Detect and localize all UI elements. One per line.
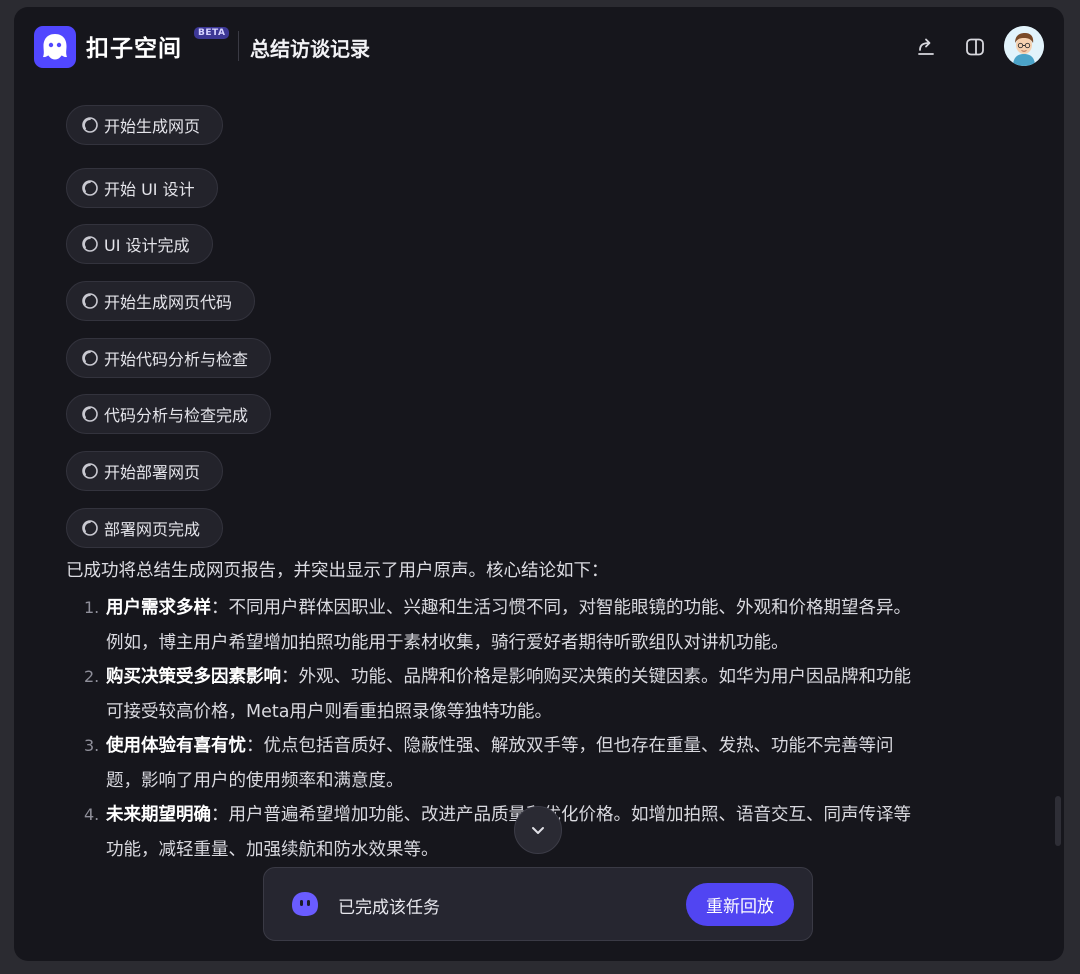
step-pill[interactable]: UI 设计完成 <box>66 224 213 264</box>
point-separator: ： <box>281 667 299 687</box>
spinner-icon <box>82 463 98 479</box>
step-label: 开始部署网页 <box>104 463 201 482</box>
point-title: 用户需求多样 <box>106 598 211 618</box>
point-text: 外观、功能、品牌和价格是影响购买决策的关键因素。如华为用户因品牌和功能 <box>298 667 912 687</box>
sidebar-toggle-icon[interactable] <box>963 35 987 59</box>
replay-button[interactable]: 重新回放 <box>686 883 794 926</box>
spinner-icon <box>82 236 98 252</box>
point-text: 不同用户群体因职业、兴趣和生活习惯不同，对智能眼镜的功能、外观和价格期望各异。 <box>228 598 912 618</box>
bot-icon <box>292 892 318 916</box>
step-label: 开始生成网页代码 <box>104 293 233 312</box>
step-label: 开始生成网页 <box>104 117 201 136</box>
list-number: 1. <box>84 598 100 617</box>
point-line-1: 用户需求多样：不同用户群体因职业、兴趣和生活习惯不同，对智能眼镜的功能、外观和价… <box>106 591 1014 626</box>
spinner-icon <box>82 406 98 422</box>
chat-content: 开始生成网页 开始 UI 设计 UI 设计完成 开始生成网页代码 开始代码分析与… <box>14 89 1064 961</box>
beta-badge: BETA <box>194 27 230 39</box>
task-status-bar: 已完成该任务 重新回放 <box>263 867 813 941</box>
step-pill[interactable]: 部署网页完成 <box>66 508 224 548</box>
step-label: 开始 UI 设计 <box>104 180 195 199</box>
step-pill[interactable]: 开始生成网页 <box>66 105 224 145</box>
point-title: 使用体验有喜有忧 <box>106 736 246 756</box>
scroll-to-bottom-button[interactable] <box>514 806 562 854</box>
step-pill[interactable]: 开始生成网页代码 <box>66 281 256 321</box>
point-title: 未来期望明确 <box>106 805 211 825</box>
point-text: 用户普遍希望增加功能、改进产品质量和优化价格。如增加拍照、语音交互、同声传译等 <box>228 805 912 825</box>
point-line-2: 例如，博主用户希望增加拍照功能用于素材收集，骑行爱好者期待听歌组队对讲机功能。 <box>106 632 789 653</box>
app-window: 扣子空间 BETA 总结访谈记录 开始生成网页 开始 UI 设计 UI 设计完成… <box>14 7 1064 961</box>
list-number: 3. <box>84 736 100 755</box>
page-title: 总结访谈记录 <box>250 37 370 61</box>
logo[interactable] <box>34 26 76 68</box>
spinner-icon <box>82 180 98 196</box>
point-separator: ： <box>211 598 229 618</box>
user-avatar-icon <box>1004 26 1044 66</box>
point-separator: ： <box>211 805 229 825</box>
scrollbar-thumb[interactable] <box>1055 796 1061 846</box>
list-item: 1. 用户需求多样：不同用户群体因职业、兴趣和生活习惯不同，对智能眼镜的功能、外… <box>84 591 1014 660</box>
step-pill[interactable]: 开始部署网页 <box>66 451 224 491</box>
list-number: 4. <box>84 805 100 824</box>
step-pill[interactable]: 代码分析与检查完成 <box>66 394 272 434</box>
step-pill[interactable]: 开始 UI 设计 <box>66 168 218 208</box>
point-title: 购买决策受多因素影响 <box>106 667 281 687</box>
spinner-icon <box>82 293 98 309</box>
chevron-down-icon <box>532 827 544 834</box>
brand-name: 扣子空间 <box>86 36 182 62</box>
list-item: 2. 购买决策受多因素影响：外观、功能、品牌和价格是影响购买决策的关键因素。如华… <box>84 660 1014 729</box>
step-label: UI 设计完成 <box>104 236 190 255</box>
header: 扣子空间 BETA 总结访谈记录 <box>14 7 1064 89</box>
spinner-icon <box>82 117 98 133</box>
point-separator: ： <box>246 736 264 756</box>
ghost-logo-icon <box>43 34 67 60</box>
point-text: 优点包括音质好、隐蔽性强、解放双手等，但也存在重量、发热、功能不完善等问 <box>263 736 894 756</box>
point-line-2: 题，影响了用户的使用频率和满意度。 <box>106 770 404 791</box>
point-line-1: 购买决策受多因素影响：外观、功能、品牌和价格是影响购买决策的关键因素。如华为用户… <box>106 660 1014 695</box>
task-status-text: 已完成该任务 <box>338 898 440 918</box>
list-number: 2. <box>84 667 100 686</box>
avatar[interactable] <box>1004 26 1044 66</box>
spinner-icon <box>82 520 98 536</box>
step-label: 代码分析与检查完成 <box>104 406 249 425</box>
step-label: 部署网页完成 <box>104 520 201 539</box>
summary-intro: 已成功将总结生成网页报告，并突出显示了用户原声。核心结论如下： <box>66 561 609 581</box>
point-line-2: 可接受较高价格，Meta用户则看重拍照录像等独特功能。 <box>106 701 552 722</box>
step-label: 开始代码分析与检查 <box>104 350 249 369</box>
point-line-1: 使用体验有喜有忧：优点包括音质好、隐蔽性强、解放双手等，但也存在重量、发热、功能… <box>106 729 1014 764</box>
list-item: 3. 使用体验有喜有忧：优点包括音质好、隐蔽性强、解放双手等，但也存在重量、发热… <box>84 729 1014 798</box>
step-pill[interactable]: 开始代码分析与检查 <box>66 338 272 378</box>
header-divider <box>238 31 239 61</box>
share-icon[interactable] <box>914 35 938 59</box>
spinner-icon <box>82 350 98 366</box>
